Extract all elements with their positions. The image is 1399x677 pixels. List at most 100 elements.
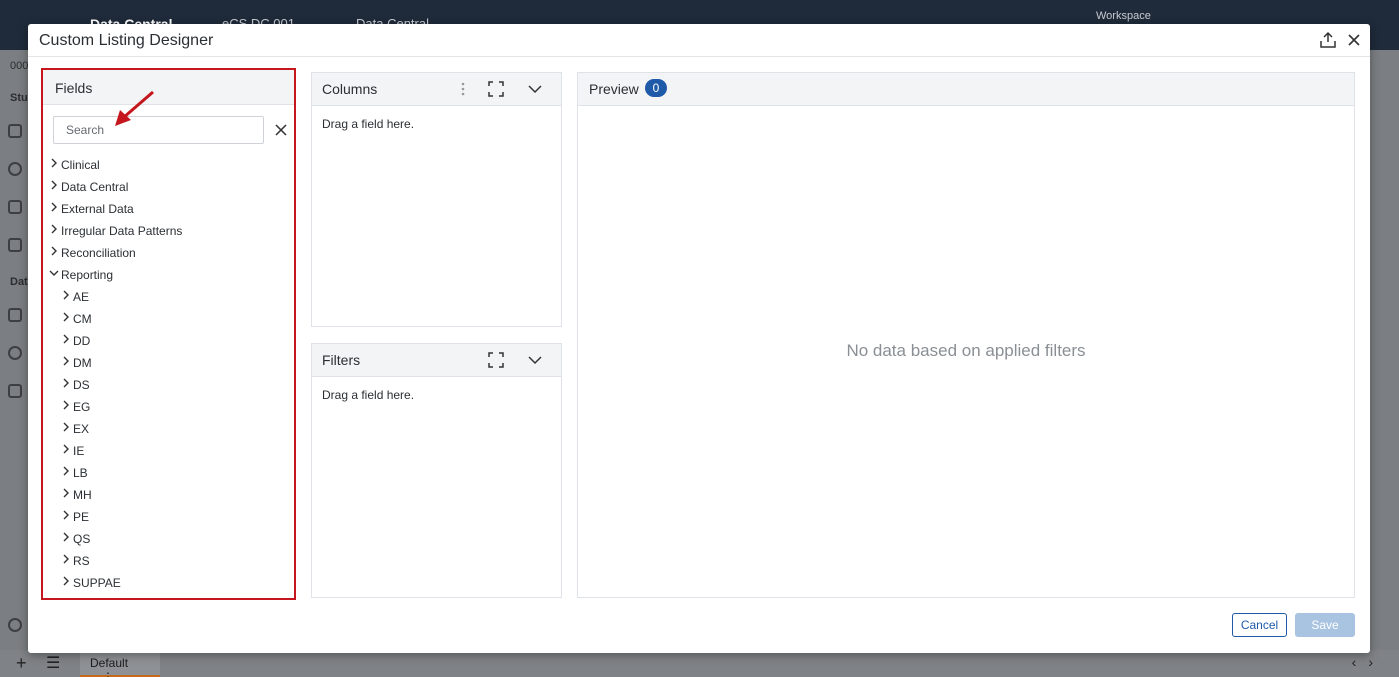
chevron-right-icon[interactable]: [61, 290, 71, 300]
left-label-3: Dat: [10, 276, 28, 288]
tree-item-label: DS: [73, 378, 90, 392]
columns-panel-header: Columns: [312, 73, 561, 106]
save-button[interactable]: Save: [1295, 613, 1355, 637]
tree-item-label: LB: [73, 466, 88, 480]
chevron-right-icon[interactable]: [49, 224, 59, 234]
tree-item-eg[interactable]: EG: [43, 395, 294, 417]
fields-title: Fields: [55, 80, 93, 96]
tree-item-rs[interactable]: RS: [43, 549, 294, 571]
tab-nav-arrows: ‹›: [1351, 654, 1385, 670]
chevron-down-icon[interactable]: [526, 351, 544, 369]
tree-item-qs[interactable]: QS: [43, 527, 294, 549]
chevron-right-icon[interactable]: [49, 202, 59, 212]
app-right-rail: [1370, 50, 1399, 650]
tree-item-ae[interactable]: AE: [43, 285, 294, 307]
left-label-1: 000: [10, 60, 29, 72]
filters-drop-zone[interactable]: Drag a field here.: [322, 388, 414, 402]
fields-tree: Clinical Data Central External Data Irregul…: [43, 153, 294, 593]
chevron-down-icon[interactable]: [49, 268, 59, 278]
cancel-button[interactable]: Cancel: [1232, 613, 1287, 637]
menu-icon: ☰: [46, 655, 61, 672]
tree-item-label: EX: [73, 422, 90, 436]
app-bottom-bar: + ☰ Default ⋮ ‹›: [0, 650, 1399, 677]
columns-panel: Columns Drag a field here.: [311, 72, 562, 327]
chevron-right-icon[interactable]: [61, 400, 71, 410]
chevron-right-icon[interactable]: [49, 158, 59, 168]
tree-item-suppae[interactable]: SUPPAE: [43, 571, 294, 593]
chevron-right-icon[interactable]: [49, 246, 59, 256]
tree-item-label: DD: [73, 334, 91, 348]
export-icon[interactable]: [1318, 30, 1338, 50]
expand-icon[interactable]: [487, 80, 505, 98]
chevron-right-icon[interactable]: [61, 554, 71, 564]
tree-item-label: Data Central: [61, 180, 129, 194]
chevron-right-icon[interactable]: [49, 180, 59, 190]
tree-item-label: CM: [73, 312, 92, 326]
tree-item-label: MH: [73, 488, 92, 502]
dialog-header: Custom Listing Designer: [28, 24, 1370, 57]
fields-panel: Fields Clinical Data Central External Data…: [41, 68, 296, 600]
kebab-menu-icon[interactable]: [454, 80, 472, 98]
tree-item-reconciliation[interactable]: Reconciliation: [43, 241, 294, 263]
tree-item-data-central[interactable]: Data Central: [43, 175, 294, 197]
users-icon: [8, 124, 22, 138]
tree-item-ie[interactable]: IE: [43, 439, 294, 461]
chevron-right-icon[interactable]: [61, 532, 71, 542]
columns-title: Columns: [322, 81, 378, 97]
preview-panel: Preview 0 No data based on applied filte…: [577, 72, 1355, 598]
chevron-right-icon[interactable]: [61, 510, 71, 520]
tree-item-ds[interactable]: DS: [43, 373, 294, 395]
target-icon: [8, 346, 22, 360]
tree-item-mh[interactable]: MH: [43, 483, 294, 505]
chevron-right-icon[interactable]: [61, 444, 71, 454]
columns-drop-zone[interactable]: Drag a field here.: [322, 117, 414, 131]
filters-title: Filters: [322, 352, 361, 368]
tab-default: Default ⋮: [80, 650, 160, 677]
custom-listing-designer-dialog: Custom Listing Designer Fields Clinical D…: [28, 24, 1370, 653]
chevron-right-icon[interactable]: [61, 488, 71, 498]
tree-item-label: RS: [73, 554, 90, 568]
filters-panel: Filters Drag a field here.: [311, 343, 562, 598]
chevron-right-icon[interactable]: [61, 356, 71, 366]
preview-panel-header: Preview 0: [578, 73, 1354, 106]
tag-icon: [8, 200, 22, 214]
expand-icon[interactable]: [487, 351, 505, 369]
tree-item-reporting[interactable]: Reporting: [43, 263, 294, 285]
chevron-right-icon[interactable]: [61, 312, 71, 322]
tree-item-label: IE: [73, 444, 85, 458]
search-icon: [8, 162, 22, 176]
preview-count-badge: 0: [645, 79, 667, 97]
workspace-selector: Workspace: [1096, 10, 1151, 22]
tree-item-irregular-data-patterns[interactable]: Irregular Data Patterns: [43, 219, 294, 241]
chevron-right-icon[interactable]: [61, 422, 71, 432]
tree-item-pe[interactable]: PE: [43, 505, 294, 527]
clear-search-icon[interactable]: [273, 122, 289, 138]
tree-item-label: QS: [73, 532, 91, 546]
tree-item-clinical[interactable]: Clinical: [43, 153, 294, 175]
tree-item-dm[interactable]: DM: [43, 351, 294, 373]
tree-item-label: EG: [73, 400, 91, 414]
empty-state-message: No data based on applied filters: [846, 341, 1086, 360]
tree-item-label: Reporting: [61, 268, 114, 282]
close-icon[interactable]: [1344, 30, 1364, 50]
tree-item-label: External Data: [61, 202, 134, 216]
tree-item-external-data[interactable]: External Data: [43, 197, 294, 219]
chevron-right-icon[interactable]: [61, 576, 71, 586]
chevron-right-icon[interactable]: [61, 378, 71, 388]
tree-item-cm[interactable]: CM: [43, 307, 294, 329]
tree-item-dd[interactable]: DD: [43, 329, 294, 351]
tree-item-label: DM: [73, 356, 92, 370]
chart-icon: [8, 384, 22, 398]
tab-default-label: Default: [90, 656, 129, 670]
tree-item-lb[interactable]: LB: [43, 461, 294, 483]
tree-item-label: PE: [73, 510, 90, 524]
chevron-right-icon[interactable]: [61, 334, 71, 344]
tree-item-ex[interactable]: EX: [43, 417, 294, 439]
chevron-down-icon[interactable]: [526, 80, 544, 98]
dialog-title: Custom Listing Designer: [39, 32, 214, 49]
preview-title: Preview: [589, 81, 639, 97]
kebab-icon: ⋮: [102, 670, 114, 677]
flow-icon: [8, 308, 22, 322]
left-label-2: Stu: [10, 92, 28, 104]
chevron-right-icon[interactable]: [61, 466, 71, 476]
